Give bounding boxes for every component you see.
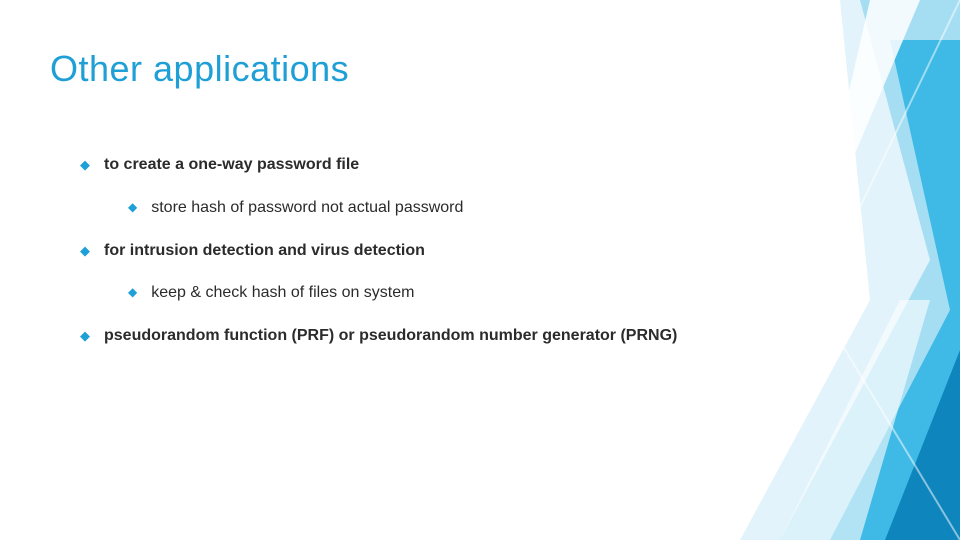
bullet-icon: ◆ [80, 328, 90, 345]
bullet-subitem: ◆ store hash of password not actual pass… [128, 198, 740, 219]
bullet-icon: ◆ [80, 157, 90, 174]
bullet-text: keep & check hash of files on system [151, 283, 740, 304]
slide: Other applications ◆ to create a one-way… [0, 0, 960, 540]
decorative-triangles [720, 0, 960, 540]
bullet-subitem: ◆ keep & check hash of files on system [128, 283, 740, 304]
bullet-text: store hash of password not actual passwo… [151, 198, 740, 219]
bullet-text: pseudorandom function (PRF) or pseudoran… [104, 326, 740, 347]
bullet-icon: ◆ [128, 285, 137, 301]
bullet-item: ◆ pseudorandom function (PRF) or pseudor… [80, 326, 740, 347]
bullet-icon: ◆ [80, 243, 90, 260]
bullet-icon: ◆ [128, 200, 137, 216]
slide-title: Other applications [50, 48, 349, 90]
bullet-text: to create a one-way password file [104, 155, 740, 176]
slide-body: ◆ to create a one-way password file ◆ st… [80, 155, 740, 369]
bullet-item: ◆ to create a one-way password file [80, 155, 740, 176]
bullet-item: ◆ for intrusion detection and virus dete… [80, 241, 740, 262]
bullet-text: for intrusion detection and virus detect… [104, 241, 740, 262]
